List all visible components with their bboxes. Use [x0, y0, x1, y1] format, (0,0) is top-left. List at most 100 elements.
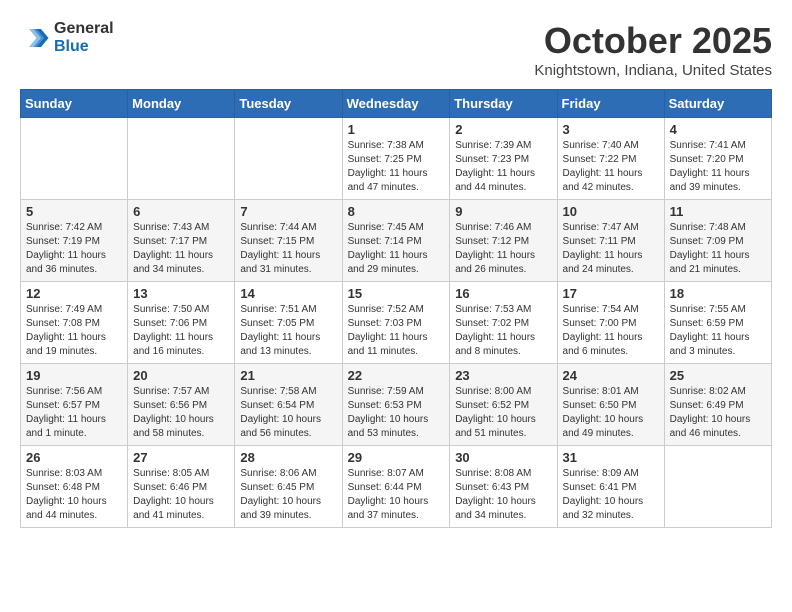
calendar-cell: 18 Sunrise: 7:55 AM Sunset: 6:59 PM Dayli… — [664, 282, 771, 364]
day-number: 28 — [240, 450, 336, 465]
calendar-cell: 27Sunrise: 8:05 AM Sunset: 6:46 PM Dayli… — [128, 446, 235, 528]
day-number: 5 — [26, 204, 122, 219]
day-info: Sunrise: 7:38 AM Sunset: 7:25 PM Dayligh… — [348, 139, 445, 195]
day-number: 19 — [26, 368, 122, 383]
day-number: 16 — [455, 286, 551, 301]
day-info: Sunrise: 7:58 AM Sunset: 6:54 PM Dayligh… — [240, 385, 336, 441]
calendar-cell: 31 Sunrise: 8:09 AM Sunset: 6:41 PM Dayli… — [557, 446, 664, 528]
logo-general: General — [54, 20, 114, 38]
day-info: Sunrise: 7:55 AM Sunset: 6:59 PM Dayligh… — [670, 303, 766, 359]
day-info: Sunrise: 7:39 AM Sunset: 7:23 PM Dayligh… — [455, 139, 551, 195]
day-info: Sunrise: 7:50 AM Sunset: 7:06 PM Dayligh… — [133, 303, 229, 359]
day-info: Sunrise: 8:09 AM Sunset: 6:41 PM Dayligh… — [563, 467, 659, 523]
day-info: Sunrise: 7:47 AM Sunset: 7:11 PM Dayligh… — [563, 221, 659, 277]
day-number: 10 — [563, 204, 659, 219]
day-info: Sunrise: 7:42 AM Sunset: 7:19 PM Dayligh… — [26, 221, 122, 277]
day-number: 4 — [670, 122, 766, 137]
day-number: 17 — [563, 286, 659, 301]
calendar-cell — [235, 118, 342, 200]
day-number: 11 — [670, 204, 766, 219]
title-block: October 2025 Knightstown, Indiana, Unite… — [534, 20, 772, 79]
day-info: Sunrise: 8:06 AM Sunset: 6:45 PM Dayligh… — [240, 467, 336, 523]
logo: General Blue — [20, 20, 114, 55]
calendar-cell: 22 Sunrise: 7:59 AM Sunset: 6:53 PM Dayli… — [342, 364, 450, 446]
day-info: Sunrise: 8:07 AM Sunset: 6:44 PM Dayligh… — [348, 467, 445, 523]
calendar-cell: 21 Sunrise: 7:58 AM Sunset: 6:54 PM Dayli… — [235, 364, 342, 446]
day-number: 6 — [133, 204, 229, 219]
logo-icon — [20, 23, 50, 53]
week-row-3: 12 Sunrise: 7:49 AM Sunset: 7:08 PM Dayli… — [21, 282, 772, 364]
calendar-cell: 5 Sunrise: 7:42 AM Sunset: 7:19 PM Daylig… — [21, 200, 128, 282]
calendar-cell: 11 Sunrise: 7:48 AM Sunset: 7:09 PM Dayli… — [664, 200, 771, 282]
day-info: Sunrise: 7:52 AM Sunset: 7:03 PM Dayligh… — [348, 303, 445, 359]
day-number: 22 — [348, 368, 445, 383]
calendar-cell: 2 Sunrise: 7:39 AM Sunset: 7:23 PM Daylig… — [450, 118, 557, 200]
calendar-cell: 29 Sunrise: 8:07 AM Sunset: 6:44 PM Dayli… — [342, 446, 450, 528]
day-info: Sunrise: 7:48 AM Sunset: 7:09 PM Dayligh… — [670, 221, 766, 277]
day-number: 15 — [348, 286, 445, 301]
day-info: Sunrise: 7:57 AM Sunset: 6:56 PM Dayligh… — [133, 385, 229, 441]
week-row-4: 19 Sunrise: 7:56 AM Sunset: 6:57 PM Dayli… — [21, 364, 772, 446]
day-number: 26 — [26, 450, 122, 465]
day-info: Sunrise: 7:45 AM Sunset: 7:14 PM Dayligh… — [348, 221, 445, 277]
location: Knightstown, Indiana, United States — [534, 62, 772, 79]
day-number: 2 — [455, 122, 551, 137]
week-row-2: 5 Sunrise: 7:42 AM Sunset: 7:19 PM Daylig… — [21, 200, 772, 282]
calendar-cell: 9Sunrise: 7:46 AM Sunset: 7:12 PM Daylig… — [450, 200, 557, 282]
day-info: Sunrise: 7:44 AM Sunset: 7:15 PM Dayligh… — [240, 221, 336, 277]
week-row-1: 1Sunrise: 7:38 AM Sunset: 7:25 PM Daylig… — [21, 118, 772, 200]
day-number: 25 — [670, 368, 766, 383]
day-number: 18 — [670, 286, 766, 301]
day-number: 12 — [26, 286, 122, 301]
weekday-header-thursday: Thursday — [450, 90, 557, 118]
calendar-cell — [664, 446, 771, 528]
weekday-header-saturday: Saturday — [664, 90, 771, 118]
logo-text: General Blue — [54, 20, 114, 55]
calendar-cell: 17 Sunrise: 7:54 AM Sunset: 7:00 PM Dayli… — [557, 282, 664, 364]
day-info: Sunrise: 7:49 AM Sunset: 7:08 PM Dayligh… — [26, 303, 122, 359]
calendar-cell: 19 Sunrise: 7:56 AM Sunset: 6:57 PM Dayli… — [21, 364, 128, 446]
calendar: SundayMondayTuesdayWednesdayThursdayFrid… — [20, 89, 772, 528]
calendar-cell: 14Sunrise: 7:51 AM Sunset: 7:05 PM Dayli… — [235, 282, 342, 364]
calendar-cell: 28 Sunrise: 8:06 AM Sunset: 6:45 PM Dayli… — [235, 446, 342, 528]
day-number: 7 — [240, 204, 336, 219]
page-header: General Blue October 2025 Knightstown, I… — [20, 20, 772, 79]
day-number: 8 — [348, 204, 445, 219]
day-info: Sunrise: 7:51 AM Sunset: 7:05 PM Dayligh… — [240, 303, 336, 359]
calendar-cell: 1Sunrise: 7:38 AM Sunset: 7:25 PM Daylig… — [342, 118, 450, 200]
day-number: 27 — [133, 450, 229, 465]
day-info: Sunrise: 7:56 AM Sunset: 6:57 PM Dayligh… — [26, 385, 122, 441]
week-row-5: 26Sunrise: 8:03 AM Sunset: 6:48 PM Dayli… — [21, 446, 772, 528]
calendar-cell: 4 Sunrise: 7:41 AM Sunset: 7:20 PM Daylig… — [664, 118, 771, 200]
day-info: Sunrise: 7:59 AM Sunset: 6:53 PM Dayligh… — [348, 385, 445, 441]
weekday-header-friday: Friday — [557, 90, 664, 118]
day-number: 24 — [563, 368, 659, 383]
day-number: 29 — [348, 450, 445, 465]
day-info: Sunrise: 8:02 AM Sunset: 6:49 PM Dayligh… — [670, 385, 766, 441]
day-info: Sunrise: 7:53 AM Sunset: 7:02 PM Dayligh… — [455, 303, 551, 359]
day-number: 3 — [563, 122, 659, 137]
calendar-cell: 26Sunrise: 8:03 AM Sunset: 6:48 PM Dayli… — [21, 446, 128, 528]
weekday-header-row: SundayMondayTuesdayWednesdayThursdayFrid… — [21, 90, 772, 118]
weekday-header-tuesday: Tuesday — [235, 90, 342, 118]
weekday-header-sunday: Sunday — [21, 90, 128, 118]
calendar-cell — [21, 118, 128, 200]
calendar-cell: 20 Sunrise: 7:57 AM Sunset: 6:56 PM Dayli… — [128, 364, 235, 446]
day-info: Sunrise: 8:01 AM Sunset: 6:50 PM Dayligh… — [563, 385, 659, 441]
day-number: 31 — [563, 450, 659, 465]
day-info: Sunrise: 7:54 AM Sunset: 7:00 PM Dayligh… — [563, 303, 659, 359]
day-number: 20 — [133, 368, 229, 383]
calendar-cell: 8 Sunrise: 7:45 AM Sunset: 7:14 PM Daylig… — [342, 200, 450, 282]
calendar-cell: 13Sunrise: 7:50 AM Sunset: 7:06 PM Dayli… — [128, 282, 235, 364]
day-number: 23 — [455, 368, 551, 383]
day-info: Sunrise: 7:46 AM Sunset: 7:12 PM Dayligh… — [455, 221, 551, 277]
calendar-cell: 25 Sunrise: 8:02 AM Sunset: 6:49 PM Dayli… — [664, 364, 771, 446]
day-number: 21 — [240, 368, 336, 383]
logo-blue: Blue — [54, 38, 114, 56]
day-info: Sunrise: 7:41 AM Sunset: 7:20 PM Dayligh… — [670, 139, 766, 195]
calendar-cell: 12 Sunrise: 7:49 AM Sunset: 7:08 PM Dayli… — [21, 282, 128, 364]
calendar-cell — [128, 118, 235, 200]
calendar-cell: 23Sunrise: 8:00 AM Sunset: 6:52 PM Dayli… — [450, 364, 557, 446]
day-number: 30 — [455, 450, 551, 465]
calendar-cell: 30Sunrise: 8:08 AM Sunset: 6:43 PM Dayli… — [450, 446, 557, 528]
